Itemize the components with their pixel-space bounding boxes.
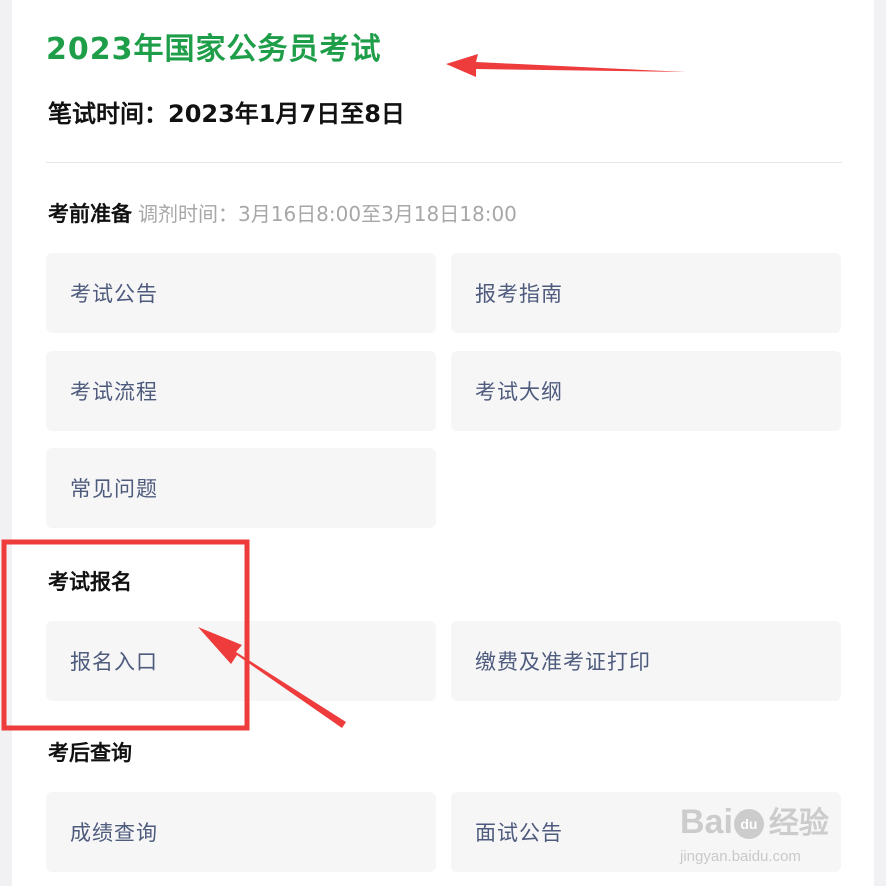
tile-label: 报考指南 <box>475 282 563 306</box>
exam-process-button[interactable]: 考试流程 <box>46 351 436 431</box>
section-heading-preparation: 考前准备 调剂时间：3月16日8:00至3月18日18:00 <box>48 198 517 228</box>
tile-label: 考试大纲 <box>475 380 563 404</box>
section-heading-label: 考试报名 <box>48 570 132 594</box>
section-heading-label: 考前准备 <box>48 202 132 226</box>
tile-label: 缴费及准考证打印 <box>475 650 651 674</box>
divider <box>46 162 842 163</box>
score-inquiry-button[interactable]: 成绩查询 <box>46 792 436 872</box>
exam-syllabus-button[interactable]: 考试大纲 <box>451 351 841 431</box>
section-heading-label: 考后查询 <box>48 741 132 765</box>
tile-label: 考试流程 <box>70 380 158 404</box>
section-heading-post-exam: 考后查询 <box>48 737 132 767</box>
written-exam-date: 笔试时间：2023年1月7日至8日 <box>48 100 405 128</box>
section-heading-registration: 考试报名 <box>48 566 132 596</box>
application-guide-button[interactable]: 报考指南 <box>451 253 841 333</box>
exam-announcement-button[interactable]: 考试公告 <box>46 253 436 333</box>
tile-label: 成绩查询 <box>70 821 158 845</box>
tile-label: 面试公告 <box>475 821 563 845</box>
payment-admission-ticket-button[interactable]: 缴费及准考证打印 <box>451 621 841 701</box>
faq-button[interactable]: 常见问题 <box>46 448 436 528</box>
registration-entry-button[interactable]: 报名入口 <box>46 621 436 701</box>
page-title: 2023年国家公务员考试 <box>46 32 382 67</box>
tile-label: 报名入口 <box>70 650 158 674</box>
tile-label: 常见问题 <box>70 477 158 501</box>
interview-announcement-button[interactable]: 面试公告 <box>451 792 841 872</box>
tile-label: 考试公告 <box>70 282 158 306</box>
exam-info-page: 2023年国家公务员考试 笔试时间：2023年1月7日至8日 考前准备 调剂时间：… <box>12 0 874 886</box>
adjustment-time-note: 调剂时间：3月16日8:00至3月18日18:00 <box>138 202 517 226</box>
